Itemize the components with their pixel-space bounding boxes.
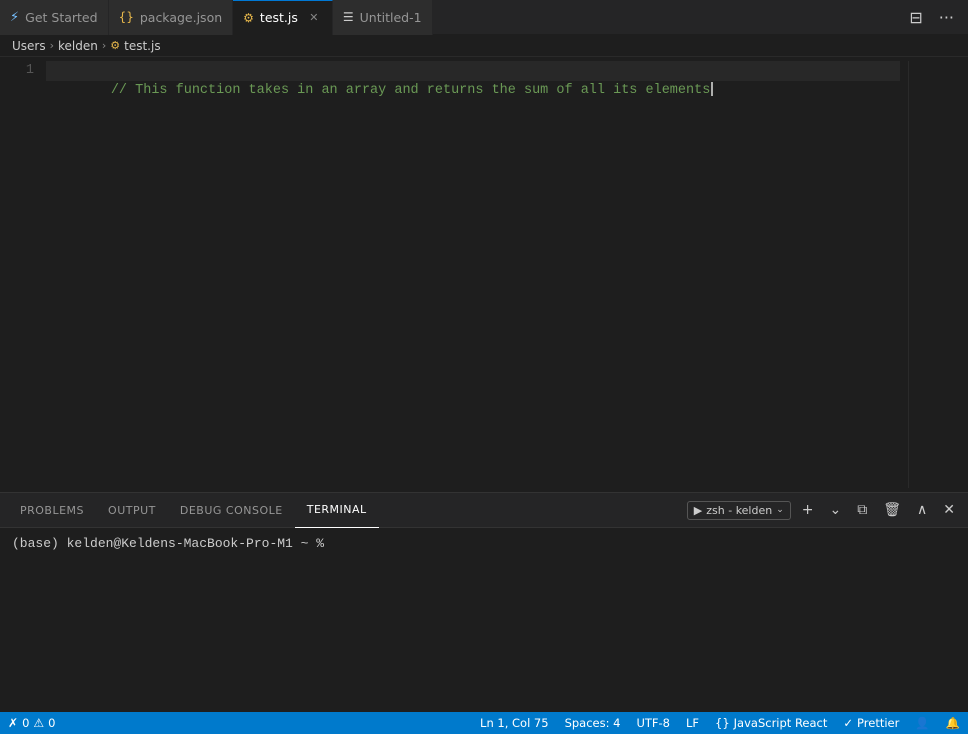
- check-icon: ✓: [843, 716, 853, 730]
- tab-terminal[interactable]: TERMINAL: [295, 493, 379, 528]
- code-comment: // This function takes in an array and r…: [111, 83, 711, 98]
- close-panel-button[interactable]: ✕: [938, 499, 960, 521]
- status-spaces[interactable]: Spaces: 4: [557, 712, 629, 734]
- debug-tab-label: DEBUG CONSOLE: [180, 504, 283, 517]
- tab-untitled-1[interactable]: ☰ Untitled-1: [333, 0, 433, 35]
- panel: PROBLEMS OUTPUT DEBUG CONSOLE TERMINAL ▶…: [0, 492, 968, 712]
- breadcrumb-kelden[interactable]: kelden: [58, 39, 98, 53]
- status-line-ending[interactable]: LF: [678, 712, 707, 734]
- more-actions-button[interactable]: ···: [933, 4, 960, 31]
- terminal-tab-label: TERMINAL: [307, 503, 367, 516]
- status-formatter[interactable]: ✓ Prettier: [835, 712, 907, 734]
- breadcrumb-sep-2: ›: [102, 39, 106, 52]
- terminal-dropdown-button[interactable]: ⌄: [825, 499, 847, 521]
- tab-bar: ⚡ Get Started {} package.json ⚙ test.js …: [0, 0, 968, 35]
- terminal-prompt-line: (base) kelden@Keldens-MacBook-Pro-M1 ~ %: [12, 536, 956, 551]
- terminal-instance-selector[interactable]: ▶ zsh - kelden ⌄: [687, 501, 791, 520]
- status-bar-right: Ln 1, Col 75 Spaces: 4 UTF-8 LF {} JavaS…: [472, 712, 968, 734]
- tab-label: test.js: [260, 10, 298, 25]
- language-braces-icon: {}: [715, 716, 730, 730]
- chevron-down-icon: ⌄: [776, 505, 784, 515]
- terminal-run-icon: ▶: [694, 504, 702, 517]
- new-terminal-button[interactable]: +: [797, 499, 819, 521]
- tab-problems[interactable]: PROBLEMS: [8, 493, 96, 528]
- tab-label: Untitled-1: [360, 10, 422, 25]
- split-terminal-button[interactable]: ⧉: [852, 499, 872, 521]
- error-count: 0: [22, 716, 29, 730]
- breadcrumb-users[interactable]: Users: [12, 39, 46, 53]
- error-icon: ✗: [8, 716, 18, 730]
- tab-get-started[interactable]: ⚡ Get Started: [0, 0, 109, 35]
- tab-package-json[interactable]: {} package.json: [109, 0, 234, 35]
- problems-tab-label: PROBLEMS: [20, 504, 84, 517]
- terminal-body[interactable]: (base) kelden@Keldens-MacBook-Pro-M1 ~ %: [0, 528, 968, 712]
- code-lines[interactable]: // This function takes in an array and r…: [46, 61, 908, 488]
- tab-test-js[interactable]: ⚙ test.js ✕: [233, 0, 333, 35]
- status-position[interactable]: Ln 1, Col 75: [472, 712, 557, 734]
- warning-icon: ⚠: [33, 716, 44, 730]
- editor-area[interactable]: 1 // This function takes in an array and…: [0, 57, 968, 492]
- line-ending-text: LF: [686, 716, 699, 730]
- language-text: JavaScript React: [734, 716, 828, 730]
- js-file-icon: ⚙: [243, 11, 254, 25]
- split-editor-button[interactable]: ⊟: [903, 4, 928, 31]
- breadcrumb-file[interactable]: ⚙ test.js: [110, 39, 160, 53]
- warning-count: 0: [48, 716, 55, 730]
- status-bar-left: ✗ 0 ⚠ 0: [0, 712, 63, 734]
- spaces-text: Spaces: 4: [565, 716, 621, 730]
- text-cursor: [711, 82, 713, 96]
- breadcrumb: Users › kelden › ⚙ test.js: [0, 35, 968, 57]
- status-encoding[interactable]: UTF-8: [628, 712, 678, 734]
- json-icon: {}: [119, 10, 134, 24]
- editor-content[interactable]: 1 // This function takes in an array and…: [0, 57, 968, 492]
- line-number-1: 1: [8, 61, 34, 81]
- tab-close-button[interactable]: ✕: [306, 10, 322, 26]
- encoding-text: UTF-8: [636, 716, 670, 730]
- status-notifications[interactable]: 🔔: [938, 712, 968, 734]
- tab-label: Get Started: [25, 10, 97, 25]
- tab-bar-actions: ⊟ ···: [903, 4, 968, 31]
- status-errors[interactable]: ✗ 0 ⚠ 0: [0, 712, 63, 734]
- status-bar: ✗ 0 ⚠ 0 Ln 1, Col 75 Spaces: 4 UTF-8 LF …: [0, 712, 968, 734]
- person-icon: 👤: [915, 716, 929, 730]
- tab-debug-console[interactable]: DEBUG CONSOLE: [168, 493, 295, 528]
- terminal-instance-name: zsh - kelden: [706, 504, 772, 517]
- vscode-icon: ⚡: [10, 10, 19, 25]
- file-icon: ☰: [343, 10, 354, 24]
- breadcrumb-sep-1: ›: [50, 39, 54, 52]
- formatter-text: Prettier: [857, 716, 899, 730]
- breadcrumb-file-icon: ⚙: [110, 39, 120, 52]
- status-language[interactable]: {} JavaScript React: [707, 712, 835, 734]
- panel-tabs: PROBLEMS OUTPUT DEBUG CONSOLE TERMINAL ▶…: [0, 493, 968, 528]
- position-text: Ln 1, Col 75: [480, 716, 549, 730]
- status-accounts[interactable]: 👤: [907, 712, 937, 734]
- breadcrumb-file-name: test.js: [124, 39, 160, 53]
- panel-tab-actions: ▶ zsh - kelden ⌄ + ⌄ ⧉ 🗑 ∧ ✕: [687, 499, 960, 521]
- tab-label: package.json: [140, 10, 222, 25]
- maximize-panel-button[interactable]: ∧: [912, 499, 932, 521]
- kill-terminal-button[interactable]: 🗑: [878, 499, 906, 521]
- line-numbers: 1: [0, 61, 46, 488]
- minimap: [908, 61, 968, 488]
- code-line-1[interactable]: // This function takes in an array and r…: [46, 61, 900, 81]
- tab-output[interactable]: OUTPUT: [96, 493, 168, 528]
- bell-icon: 🔔: [946, 716, 960, 730]
- terminal-prompt-text: (base) kelden@Keldens-MacBook-Pro-M1 ~ %: [12, 536, 324, 551]
- output-tab-label: OUTPUT: [108, 504, 156, 517]
